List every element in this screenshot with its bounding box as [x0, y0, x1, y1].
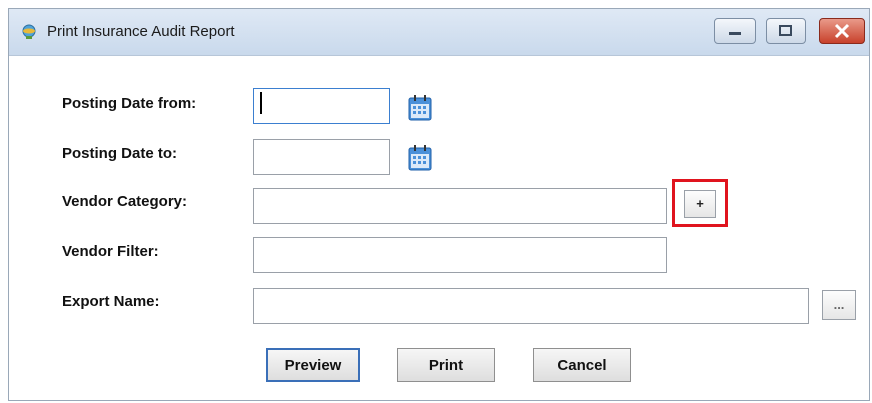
minimize-button[interactable]: [714, 18, 756, 44]
add-vendor-category-button[interactable]: +: [684, 190, 716, 218]
export-name-label: Export Name:: [62, 293, 160, 310]
app-icon: [21, 24, 37, 40]
browse-export-button[interactable]: ...: [822, 290, 856, 320]
minimize-icon: [729, 32, 741, 35]
vendor-filter-label: Vendor Filter:: [62, 243, 159, 260]
calendar-icon[interactable]: [408, 145, 432, 171]
calendar-icon[interactable]: [408, 95, 432, 121]
export-name-input[interactable]: [253, 288, 809, 324]
posting-date-to-input[interactable]: [253, 139, 390, 175]
text-caret: [260, 92, 262, 114]
print-button[interactable]: Print: [397, 348, 495, 382]
posting-date-to-label: Posting Date to:: [62, 145, 177, 162]
preview-button[interactable]: Preview: [266, 348, 360, 382]
posting-date-from-label: Posting Date from:: [62, 95, 197, 112]
posting-date-from-input[interactable]: [253, 88, 390, 124]
maximize-button[interactable]: [766, 18, 806, 44]
vendor-category-input[interactable]: [253, 188, 667, 224]
close-icon: [834, 23, 850, 39]
window-title: Print Insurance Audit Report: [47, 23, 235, 40]
title-bar[interactable]: Print Insurance Audit Report: [9, 9, 869, 56]
close-button[interactable]: [819, 18, 865, 44]
vendor-filter-input[interactable]: [253, 237, 667, 273]
maximize-icon: [779, 25, 792, 36]
vendor-category-label: Vendor Category:: [62, 193, 188, 210]
cancel-button[interactable]: Cancel: [533, 348, 631, 382]
